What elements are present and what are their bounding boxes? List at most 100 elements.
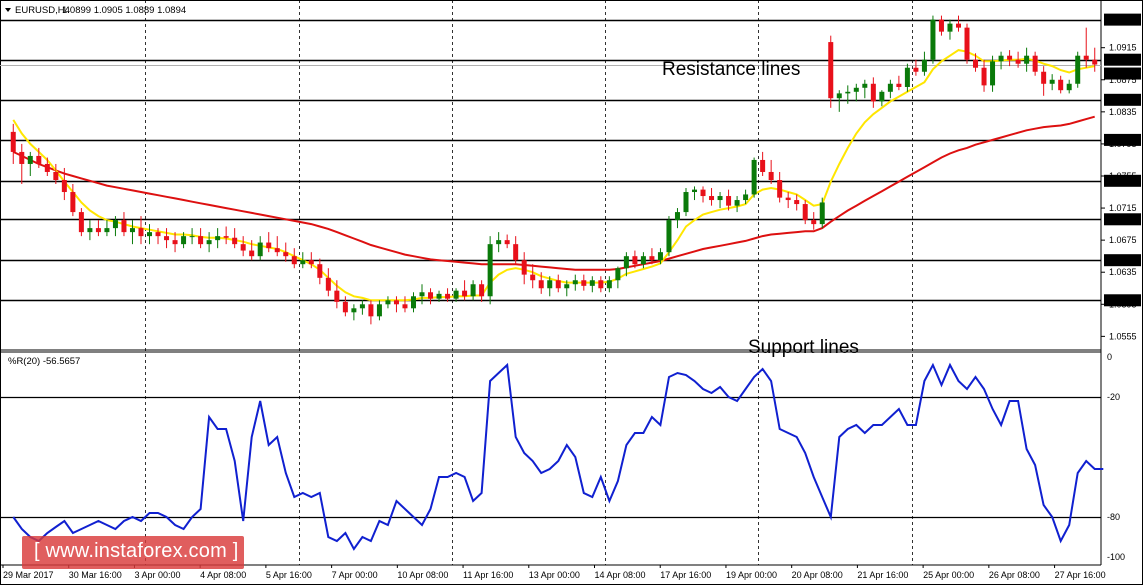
candle-body (10, 131, 16, 152)
candle-body (325, 277, 331, 291)
candle (640, 252, 646, 269)
candle (1032, 51, 1038, 76)
candle (904, 63, 910, 92)
candle (44, 157, 50, 176)
candle-body (598, 280, 604, 289)
candle-body (964, 27, 970, 60)
candle-body (428, 292, 434, 299)
candle (1092, 47, 1098, 72)
candle (870, 77, 876, 108)
candle-body (1032, 55, 1038, 72)
candle-body (751, 159, 757, 195)
time-label: 17 Apr 16:00 (660, 570, 711, 580)
candle-body (112, 220, 118, 229)
candle-body (470, 284, 476, 297)
candle (27, 151, 33, 176)
level-price-label: 1.0950 (1108, 15, 1136, 25)
candle-body (223, 236, 229, 238)
candle (734, 196, 740, 213)
candle (410, 292, 416, 313)
candle-body (436, 293, 442, 299)
candle-body (760, 159, 766, 172)
candle-body (777, 180, 783, 198)
candle-body (53, 171, 59, 180)
candle-body (317, 264, 323, 278)
level-price-label: 1.0701 (1108, 215, 1136, 225)
candle-body (615, 268, 621, 281)
candle (1075, 51, 1081, 88)
candle-body (121, 220, 127, 233)
candle (215, 228, 221, 249)
candle-body (257, 242, 263, 257)
candle-body (990, 61, 996, 86)
level-price-label: 1.0850 (1108, 95, 1136, 105)
candle (402, 296, 408, 313)
time-label: 10 Apr 08:00 (397, 570, 448, 580)
level-price-label: 1.0650 (1108, 256, 1136, 266)
candle (828, 35, 834, 108)
candle (700, 186, 706, 203)
candle (947, 19, 953, 40)
candle-body (393, 300, 399, 305)
candle-body (376, 304, 382, 317)
candle-body (266, 242, 272, 249)
candle-body (538, 280, 544, 289)
candle-body (564, 284, 570, 289)
candle (470, 280, 476, 301)
candle-body (1049, 79, 1055, 84)
candle (1058, 75, 1064, 94)
candle-body (998, 55, 1004, 62)
candle-body (462, 290, 468, 297)
candle (1007, 50, 1013, 67)
wpr-line (12, 362, 1104, 551)
candle (487, 236, 493, 305)
candle-body (726, 196, 732, 206)
candle-body (129, 228, 135, 233)
candle-body (359, 304, 365, 309)
candle-body (496, 240, 502, 245)
candle-body (879, 91, 885, 102)
candle (376, 300, 382, 321)
candle-body (674, 212, 680, 221)
time-label: 7 Apr 00:00 (332, 570, 378, 580)
level-price-label: 1.0749 (1108, 176, 1136, 186)
time-label: 4 Apr 08:00 (200, 570, 246, 580)
candle-body (215, 236, 221, 241)
candle-body (692, 189, 698, 193)
indicator-title: %R(20) -56.5657 (8, 356, 80, 367)
candle (794, 194, 800, 211)
candle (896, 75, 902, 91)
time-label: 27 Apr 16:00 (1055, 570, 1106, 580)
candle (1049, 74, 1055, 91)
current-price-label: 1.0894 (1108, 69, 1136, 79)
candle (717, 192, 723, 209)
watermark-text: [ www.instaforex.com ] (34, 540, 239, 562)
candle (479, 280, 485, 302)
candle-body (819, 202, 825, 225)
candle-body (419, 292, 425, 297)
candle-body (904, 67, 910, 87)
candle (232, 228, 238, 249)
candle (777, 171, 783, 203)
candle (998, 51, 1004, 70)
candle-body (930, 19, 936, 60)
ohlc-label: 1.0899 1.0905 1.0889 1.0894 (62, 5, 186, 16)
candle-body (973, 59, 979, 68)
candle (240, 236, 246, 257)
candle-body (862, 83, 868, 88)
candle (342, 296, 348, 317)
candle (751, 157, 757, 198)
candle (291, 248, 297, 269)
indicator-tick-label: -80 (1107, 512, 1120, 522)
candle-body (19, 151, 25, 164)
candle-body (1058, 79, 1064, 91)
candle-body (87, 228, 93, 233)
candle (913, 59, 919, 76)
outer-frame (0, 0, 1143, 585)
candle-body (521, 260, 527, 275)
candle (683, 188, 689, 217)
candle (206, 232, 212, 253)
candle (393, 296, 399, 313)
candle (921, 51, 927, 76)
candle-body (95, 228, 101, 233)
